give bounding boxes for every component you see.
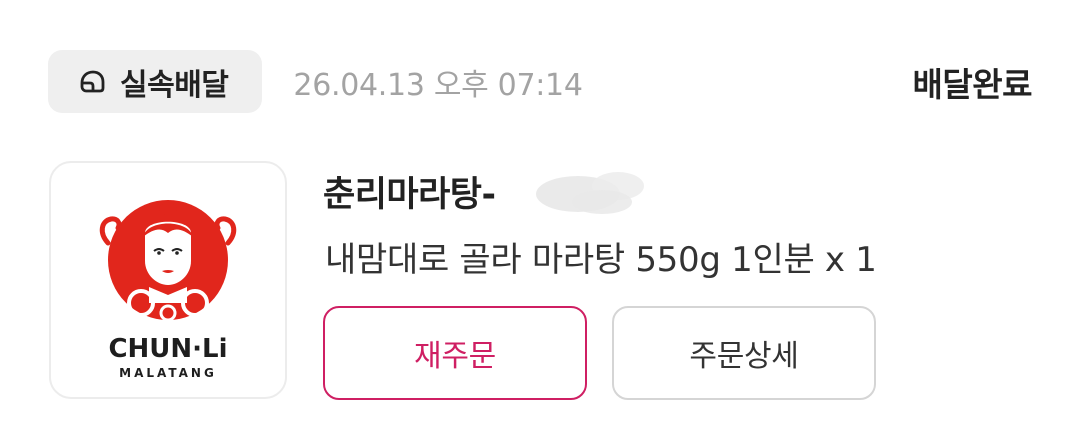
store-logo-image: CHUN·Li MALATANG [99, 200, 237, 380]
delivery-status: 배달완료 [912, 64, 1033, 104]
logo-brand-subtitle: MALATANG [119, 366, 217, 380]
store-name[interactable]: 춘리마라탕- [323, 166, 496, 217]
reorder-button[interactable]: 재주문 [323, 306, 587, 400]
redacted-store-branch [536, 172, 644, 214]
store-logo[interactable]: CHUN·Li MALATANG [49, 161, 287, 399]
order-detail-button[interactable]: 주문상세 [612, 306, 876, 400]
order-date: 26.04.13 오후 07:14 [293, 67, 583, 103]
delivery-type-label: 실속배달 [120, 67, 229, 103]
order-card: 실속배달 26.04.13 오후 07:14 배달완료 CHUN·Li MALA… [0, 0, 1080, 428]
logo-brand-name: CHUN·Li [108, 334, 227, 364]
order-header: 실속배달 26.04.13 오후 07:14 배달완료 [48, 50, 1033, 113]
order-item-description: 내맘대로 골라 마라탕 550g 1인분 x 1 [325, 240, 877, 280]
delivery-type-chip: 실속배달 [48, 50, 263, 113]
helmet-icon [80, 70, 105, 92]
